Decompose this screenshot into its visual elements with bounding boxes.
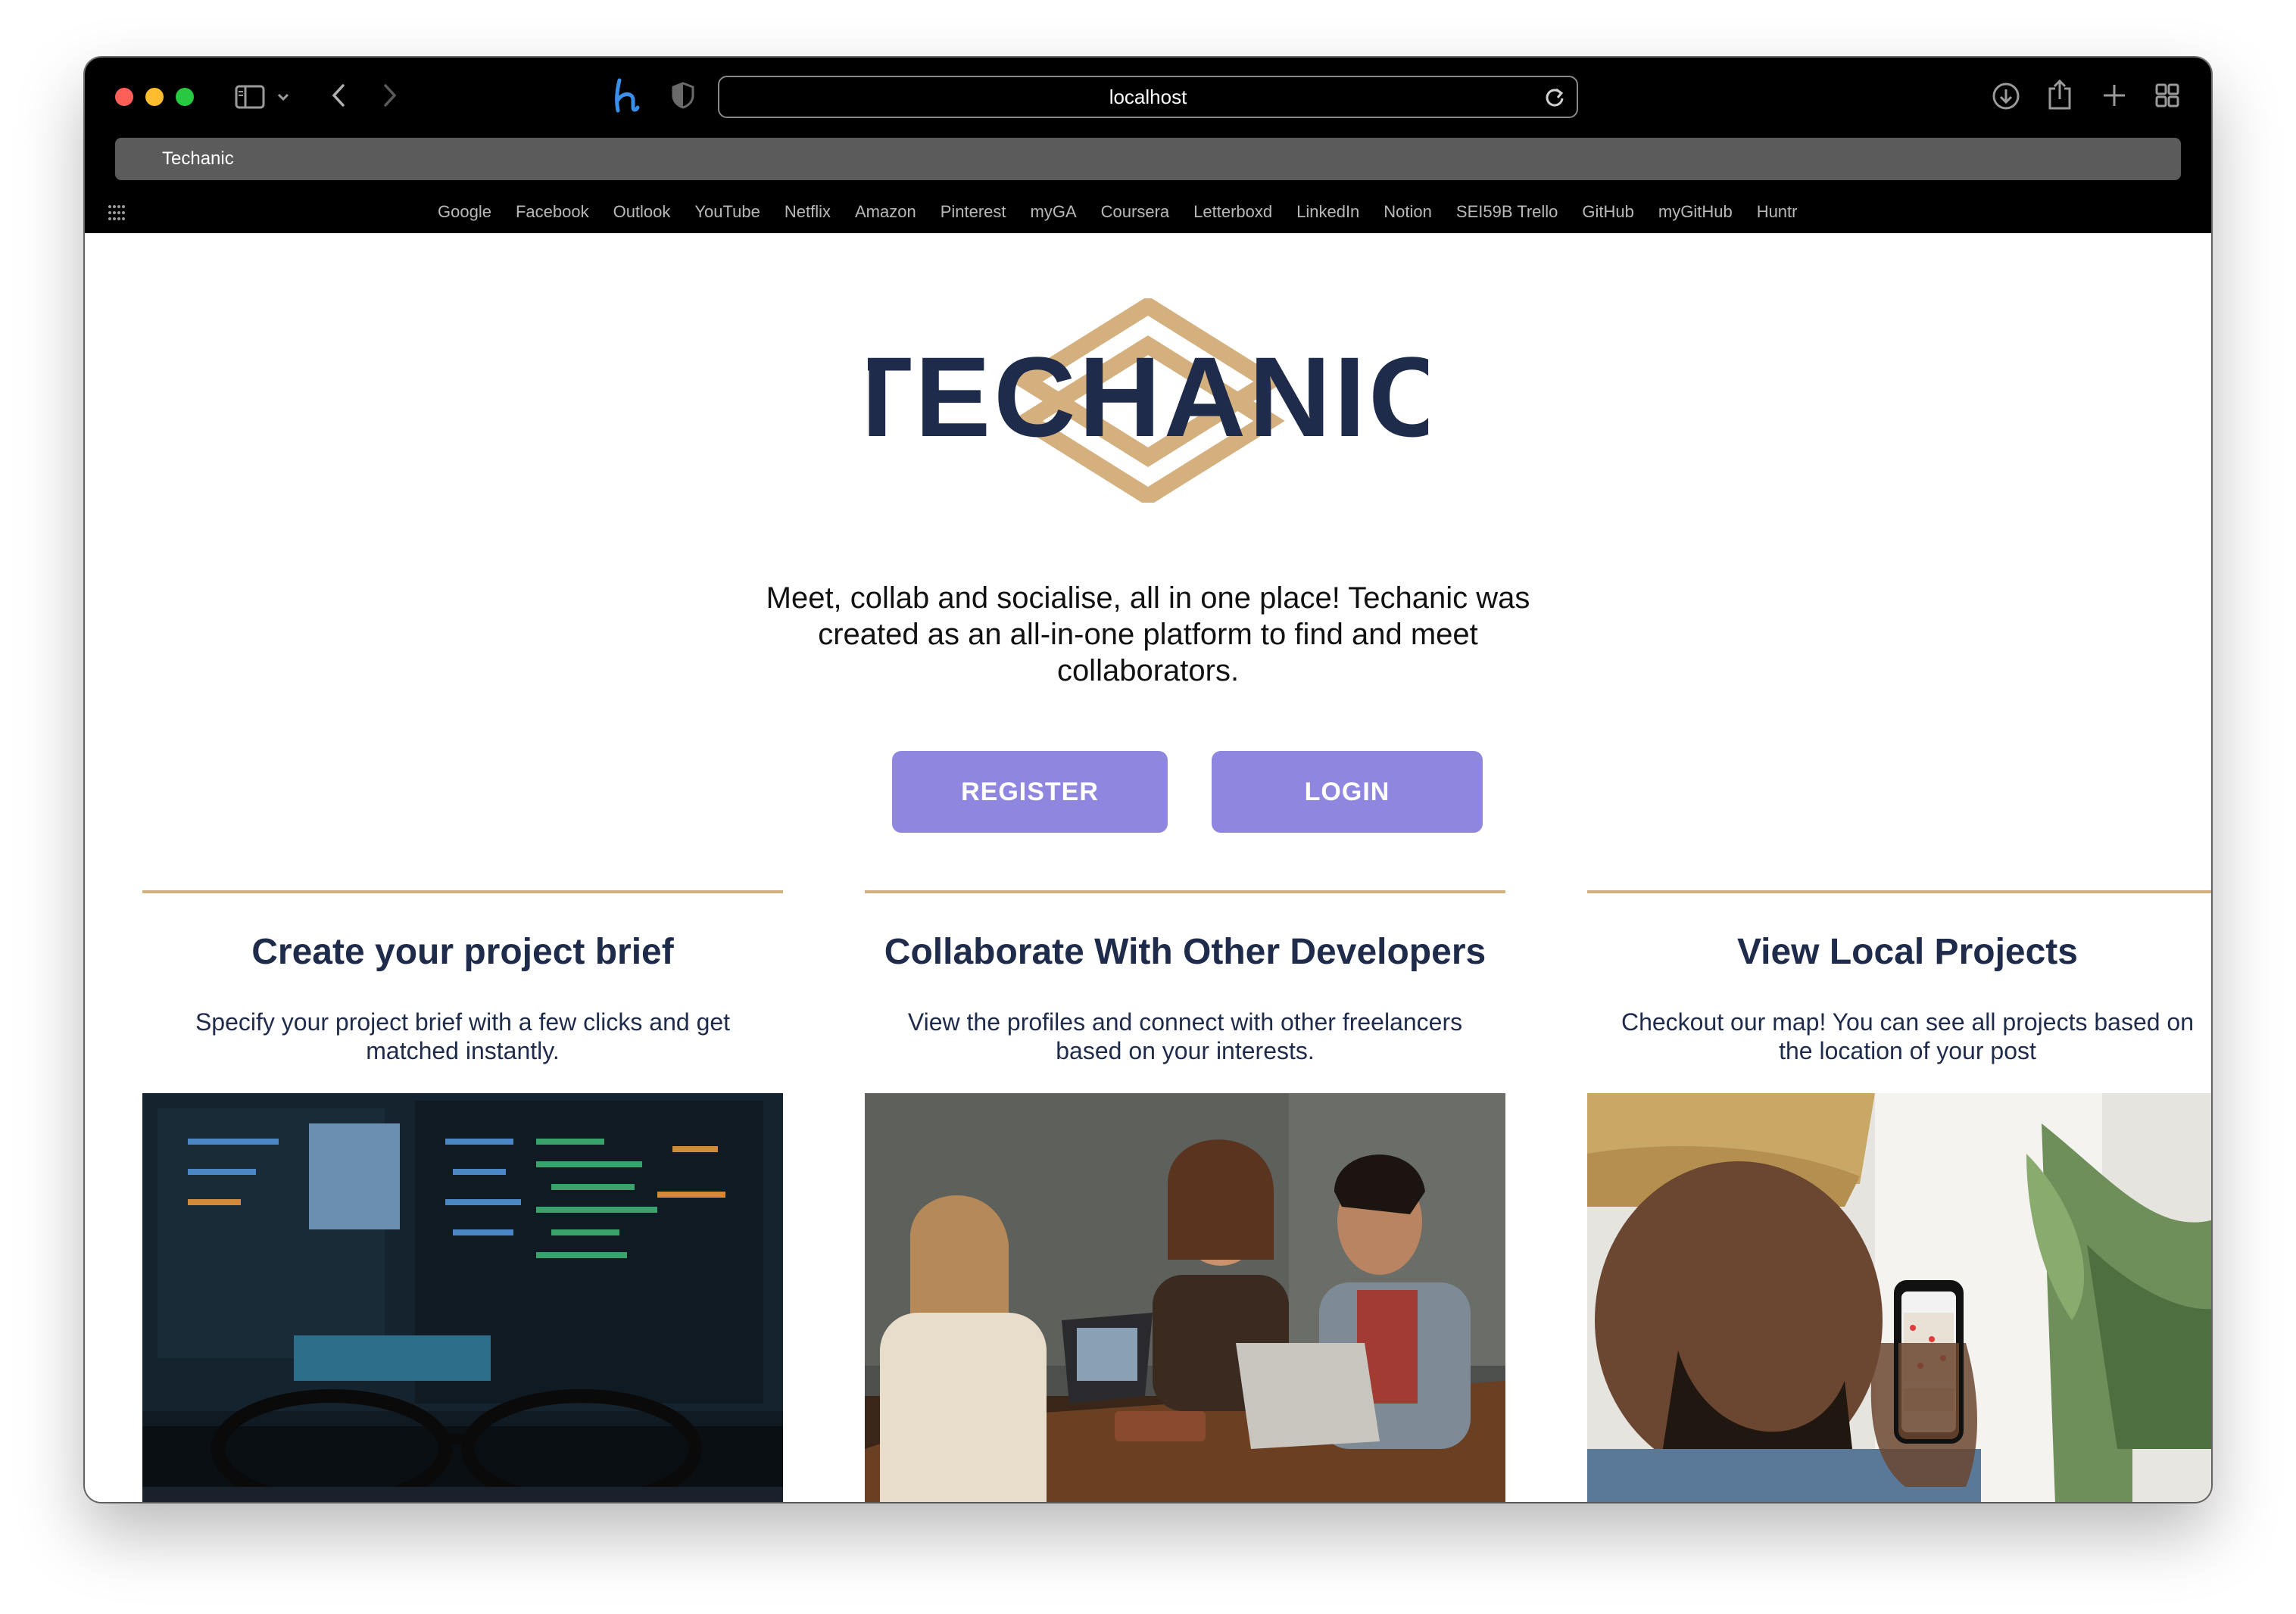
bookmark-mygithub[interactable]: myGitHub <box>1658 202 1733 222</box>
bookmark-facebook[interactable]: Facebook <box>516 202 589 222</box>
address-bar-url[interactable]: localhost <box>719 77 1577 117</box>
reload-icon[interactable] <box>1543 86 1566 109</box>
bookmark-myga[interactable]: myGA <box>1031 202 1077 222</box>
share-icon[interactable] <box>2045 77 2075 112</box>
feature-project-brief: Create your project brief Specify your p… <box>142 890 783 1065</box>
forward-arrow-icon[interactable] <box>377 80 403 111</box>
feature-description: Specify your project brief with a few cl… <box>195 1008 731 1064</box>
bookmark-huntr[interactable]: Huntr <box>1757 202 1798 222</box>
bookmark-notion[interactable]: Notion <box>1384 202 1432 222</box>
sidebar-toggle-icon[interactable] <box>233 82 267 112</box>
browser-window: localhost Techanic Google Facebook Outlo… <box>85 58 2211 1502</box>
chevron-down-icon[interactable] <box>276 88 291 106</box>
page-content: TECHANIC Meet, collab and socialise, all… <box>85 233 2211 1502</box>
bookmark-amazon[interactable]: Amazon <box>855 202 916 222</box>
feature-divider <box>1587 890 2211 893</box>
shield-icon[interactable] <box>669 80 697 111</box>
feature-description: Checkout our map! You can see all projec… <box>1621 1008 2195 1064</box>
bookmark-outlook[interactable]: Outlook <box>613 202 671 222</box>
logo-text: TECHANIC <box>868 333 1428 460</box>
apps-grid-icon[interactable] <box>108 203 127 223</box>
bookmark-google[interactable]: Google <box>438 202 491 222</box>
browser-toolbar: localhost <box>85 58 2211 133</box>
browser-chrome: localhost Techanic Google Facebook Outlo… <box>85 58 2211 233</box>
bookmark-pinterest[interactable]: Pinterest <box>941 202 1006 222</box>
feature-collaborate: Collaborate With Other Developers View t… <box>865 890 1505 1065</box>
feature-title: Collaborate With Other Developers <box>884 932 1486 972</box>
bookmark-github[interactable]: GitHub <box>1582 202 1633 222</box>
tab-techanic[interactable]: Techanic <box>162 138 234 180</box>
zoom-window-button[interactable] <box>176 88 194 106</box>
bookmark-coursera[interactable]: Coursera <box>1101 202 1169 222</box>
feature-local-projects: View Local Projects Checkout our map! Yo… <box>1587 890 2211 1065</box>
minimize-window-button[interactable] <box>145 88 164 106</box>
code-monitor-photo <box>142 1093 783 1502</box>
feature-divider <box>865 890 1505 893</box>
bookmark-netflix[interactable]: Netflix <box>785 202 831 222</box>
back-arrow-icon[interactable] <box>326 80 351 111</box>
bookmark-sei59b-trello[interactable]: SEI59B Trello <box>1456 202 1558 222</box>
bookmark-letterboxd[interactable]: Letterboxd <box>1193 202 1272 222</box>
hero-tagline: Meet, collab and socialise, all in one p… <box>766 581 1530 687</box>
bookmarks-bar: Google Facebook Outlook YouTube Netflix … <box>85 191 2211 233</box>
close-window-button[interactable] <box>115 88 133 106</box>
tab-bar[interactable]: Techanic <box>115 138 2181 180</box>
techanic-logo: TECHANIC <box>843 296 1450 506</box>
register-button[interactable]: REGISTER <box>892 751 1168 833</box>
feature-title: Create your project brief <box>251 932 674 972</box>
download-icon[interactable] <box>1990 80 2022 112</box>
feature-divider <box>142 890 783 893</box>
new-tab-icon[interactable] <box>2099 80 2129 111</box>
phone-map-photo <box>1587 1093 2211 1502</box>
tab-overview-icon[interactable] <box>2152 80 2182 111</box>
feature-description: View the profiles and connect with other… <box>907 1008 1463 1064</box>
collaborating-people-photo <box>865 1093 1505 1502</box>
bookmark-youtube[interactable]: YouTube <box>694 202 760 222</box>
bookmark-list: Google Facebook Outlook YouTube Netflix … <box>438 191 1797 233</box>
address-bar[interactable]: localhost <box>718 76 1578 118</box>
feature-title: View Local Projects <box>1737 932 2078 972</box>
login-button[interactable]: LOGIN <box>1212 751 1483 833</box>
honey-extension-icon[interactable] <box>610 77 644 114</box>
bookmark-linkedin[interactable]: LinkedIn <box>1296 202 1359 222</box>
